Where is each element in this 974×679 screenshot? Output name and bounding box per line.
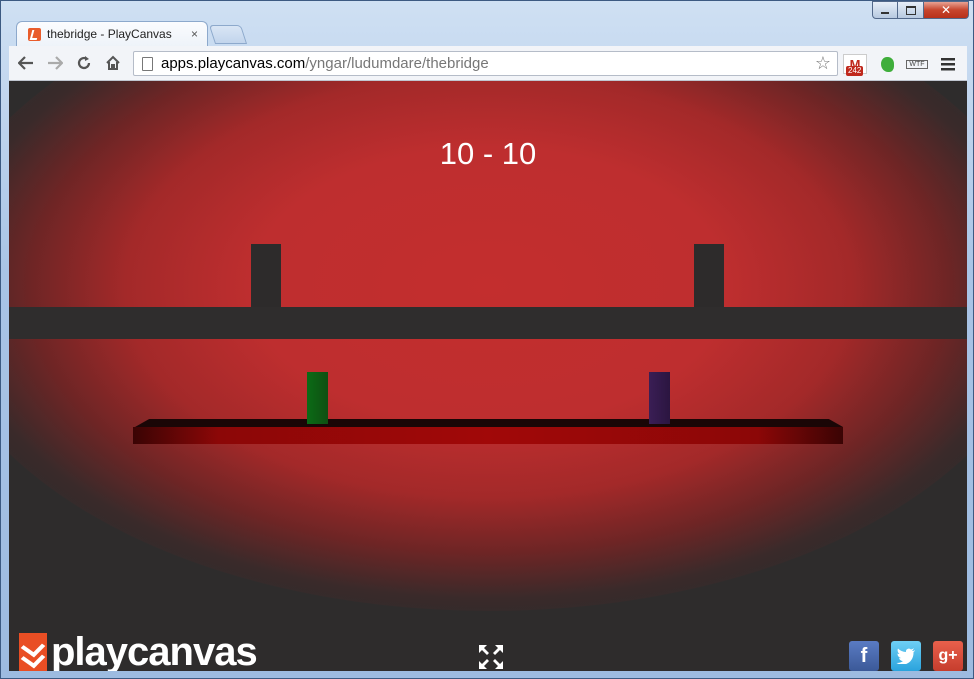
evernote-icon bbox=[880, 56, 894, 72]
address-bar[interactable]: apps.playcanvas.com/yngar/ludumdare/theb… bbox=[133, 51, 838, 76]
green-player bbox=[307, 372, 328, 424]
evernote-extension-button[interactable] bbox=[878, 54, 896, 74]
browser-window: thebridge - PlayCanvas × ✕ apps.playcanv… bbox=[0, 0, 974, 679]
tab-close-icon[interactable]: × bbox=[191, 27, 198, 41]
page-icon bbox=[142, 56, 153, 71]
back-arrow-icon bbox=[18, 56, 33, 70]
home-button[interactable] bbox=[102, 53, 124, 73]
home-icon bbox=[106, 55, 120, 70]
playcanvas-favicon-icon bbox=[28, 27, 41, 41]
facebook-share-button[interactable]: f bbox=[849, 641, 879, 671]
reload-button[interactable] bbox=[73, 53, 95, 73]
twitter-share-button[interactable] bbox=[891, 641, 921, 671]
hamburger-menu-icon bbox=[941, 57, 955, 70]
close-icon: ✕ bbox=[940, 3, 952, 17]
bookmark-star-icon[interactable]: ☆ bbox=[815, 53, 831, 74]
score-display: 10 - 10 bbox=[439, 136, 537, 171]
forward-arrow-icon bbox=[48, 56, 63, 70]
back-button[interactable] bbox=[15, 53, 37, 73]
minimize-icon bbox=[881, 12, 889, 14]
playcanvas-footer: playcanvas f g+ bbox=[9, 613, 967, 671]
gmail-unread-count: 242 bbox=[846, 66, 864, 76]
gmail-extension-button[interactable]: M 242 bbox=[843, 54, 867, 76]
url-host: apps.playcanvas.com bbox=[161, 55, 306, 72]
tab-thebridge[interactable]: thebridge - PlayCanvas × bbox=[16, 21, 208, 46]
maximize-button[interactable] bbox=[898, 1, 924, 19]
playcanvas-logo[interactable]: playcanvas bbox=[19, 630, 258, 671]
fullscreen-icon bbox=[479, 645, 503, 669]
tab-strip: thebridge - PlayCanvas × ✕ bbox=[1, 1, 974, 46]
left-post bbox=[251, 244, 281, 308]
url-path: /yngar/ludumdare/thebridge bbox=[305, 55, 489, 72]
purple-player bbox=[649, 372, 670, 424]
bridge-platform-top bbox=[135, 419, 843, 427]
wtf-extension-button[interactable]: WTF bbox=[906, 54, 928, 74]
game-canvas[interactable]: 10 - 10 playcanvas f g+ bbox=[9, 81, 967, 671]
maximize-icon bbox=[905, 5, 916, 15]
chrome-menu-button[interactable] bbox=[939, 54, 957, 74]
reload-icon bbox=[77, 56, 91, 70]
google-plus-icon: g+ bbox=[938, 647, 958, 664]
close-window-button[interactable]: ✕ bbox=[924, 1, 969, 19]
forward-button[interactable] bbox=[44, 53, 66, 73]
right-post bbox=[694, 244, 724, 308]
window-controls: ✕ bbox=[872, 1, 969, 19]
playcanvas-logo-text: playcanvas bbox=[51, 630, 258, 671]
bridge-platform bbox=[133, 427, 843, 444]
new-tab-button[interactable] bbox=[208, 25, 248, 44]
tab-title: thebridge - PlayCanvas bbox=[47, 27, 172, 41]
back-rail bbox=[9, 307, 967, 339]
google-plus-share-button[interactable]: g+ bbox=[933, 641, 963, 671]
browser-toolbar: apps.playcanvas.com/yngar/ludumdare/theb… bbox=[9, 46, 967, 81]
playcanvas-logo-icon bbox=[19, 633, 47, 671]
fullscreen-button[interactable] bbox=[477, 643, 505, 671]
minimize-button[interactable] bbox=[872, 1, 898, 19]
facebook-icon: f bbox=[860, 644, 868, 667]
twitter-bird-icon bbox=[896, 648, 915, 664]
wtf-icon: WTF bbox=[906, 59, 928, 69]
